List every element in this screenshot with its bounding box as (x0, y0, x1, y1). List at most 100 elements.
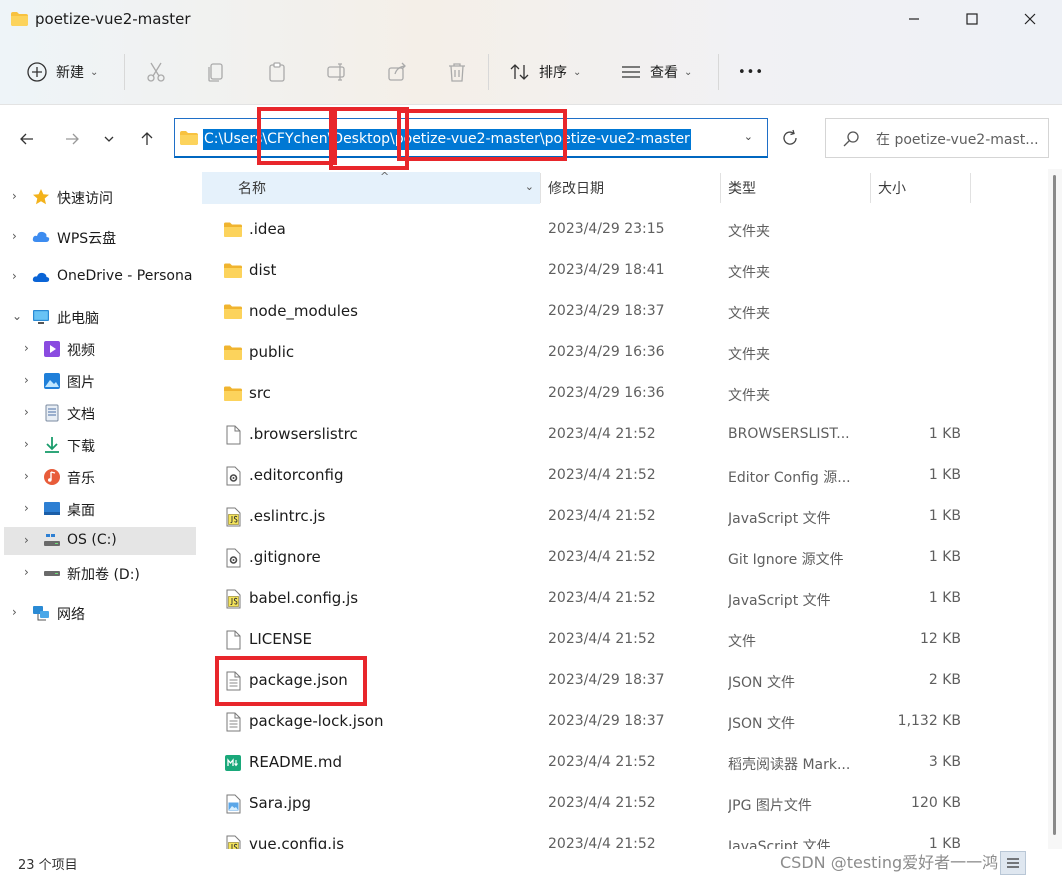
file-row-package-json[interactable]: package.json 2023/4/29 18:37 JSON 文件 2 KB (200, 660, 1048, 701)
nav-item-documents[interactable]: › 文档 (4, 399, 196, 427)
file-name: src (249, 384, 271, 402)
address-path-selected[interactable]: C:\Users\CFYchen\Desktop\poetize-vue2-ma… (203, 129, 691, 150)
file-size: 2 KB (928, 672, 961, 688)
scrollbar-thumb[interactable] (1053, 175, 1056, 835)
file-row-sara-jpg[interactable]: Sara.jpg 2023/4/4 21:52 JPG 图片文件 120 KB (200, 783, 1048, 824)
text-file-icon (223, 671, 243, 691)
nav-item-onedrive[interactable]: › OneDrive - Persona (4, 263, 196, 291)
back-button[interactable] (13, 125, 41, 153)
up-button[interactable] (133, 125, 161, 153)
nav-item-wps-cloud[interactable]: › WPS云盘 (4, 223, 196, 251)
arrow-right-icon (66, 133, 79, 145)
column-divider[interactable] (720, 173, 721, 203)
file-row-editorconfig[interactable]: .editorconfig 2023/4/4 21:52 Editor Config… (200, 455, 1048, 496)
nav-item-this-pc[interactable]: ⌄ 此电脑 (4, 303, 196, 331)
search-box[interactable]: 在 poetize-vue2-mast... (825, 118, 1049, 158)
chevron-down-icon[interactable]: ⌄ (525, 180, 534, 193)
file-date: 2023/4/29 18:37 (548, 713, 665, 729)
recent-locations-button[interactable] (97, 125, 121, 153)
chevron-right-icon[interactable]: › (24, 533, 29, 547)
nav-item-music[interactable]: › 音乐 (4, 463, 196, 491)
minimize-button[interactable] (886, 0, 942, 38)
column-header-type[interactable]: 类型 (728, 172, 868, 204)
file-row-eslintrc-js[interactable]: .eslintrc.js 2023/4/4 21:52 JavaScript 文件 1… (200, 496, 1048, 537)
column-header-name[interactable]: ^ 名称 ⌄ (202, 170, 540, 204)
rename-button[interactable] (326, 56, 348, 88)
file-row-readme-md[interactable]: README.md 2023/4/4 21:52 稻壳阅读器 Mark... 3 KB (200, 742, 1048, 783)
forward-button[interactable] (58, 125, 86, 153)
file-row-vue-config-js[interactable]: vue.config.js 2023/4/4 21:52 JavaScript 文件… (200, 824, 1048, 849)
chevron-down-icon: ⌄ (90, 66, 99, 78)
paste-button[interactable] (266, 56, 288, 88)
nav-item-drive-c[interactable]: › OS (C:) (4, 527, 196, 555)
file-row-license[interactable]: LICENSE 2023/4/4 21:52 文件 12 KB (200, 619, 1048, 660)
status-bar: 23 个项目 CSDN @testing爱好者一一鸿 (0, 849, 1062, 878)
file-row-node-modules[interactable]: node_modules 2023/4/29 18:37 文件夹 (200, 291, 1048, 332)
file-row-src[interactable]: src 2023/4/29 16:36 文件夹 (200, 373, 1048, 414)
js-file-icon (223, 507, 243, 527)
nav-item-quick-access[interactable]: › 快速访问 (4, 183, 196, 211)
column-divider[interactable] (870, 173, 871, 203)
column-divider[interactable] (540, 173, 541, 203)
nav-item-desktop[interactable]: › 桌面 (4, 495, 196, 523)
chevron-right-icon[interactable]: › (12, 229, 17, 243)
file-row-gitignore[interactable]: .gitignore 2023/4/4 21:52 Git Ignore 源文件 1 … (200, 537, 1048, 578)
column-divider[interactable] (970, 173, 971, 203)
column-header-date[interactable]: 修改日期 (548, 172, 718, 204)
new-button[interactable]: 新建 ⌄ (26, 56, 98, 88)
chevron-right-icon[interactable]: › (24, 341, 29, 355)
share-button[interactable] (386, 56, 408, 88)
plus-circle-icon (27, 62, 47, 82)
file-name: .eslintrc.js (249, 507, 326, 525)
file-name: .idea (249, 220, 286, 238)
copy-button[interactable] (205, 56, 227, 88)
file-row-babel-config-js[interactable]: babel.config.js 2023/4/4 21:52 JavaScript … (200, 578, 1048, 619)
vertical-scrollbar[interactable] (1048, 169, 1062, 849)
file-name: .browserslistrc (249, 425, 358, 443)
sort-ascending-icon: ^ (380, 170, 390, 183)
file-name: package.json (249, 671, 348, 689)
folder-icon (223, 343, 243, 363)
nav-item-videos[interactable]: › 视频 (4, 335, 196, 363)
file-row-public[interactable]: public 2023/4/29 16:36 文件夹 (200, 332, 1048, 373)
nav-label: 桌面 (67, 503, 95, 519)
refresh-button[interactable] (770, 118, 810, 158)
chevron-right-icon[interactable]: › (12, 605, 17, 619)
view-button[interactable]: 查看 ⌄ (620, 56, 692, 88)
file-row-browserslistrc[interactable]: .browserslistrc 2023/4/4 21:52 BROWSERSLIS… (200, 414, 1048, 455)
file-date: 2023/4/4 21:52 (548, 795, 656, 811)
chevron-right-icon[interactable]: › (24, 437, 29, 451)
column-header-size[interactable]: 大小 (878, 172, 968, 204)
chevron-down-icon[interactable]: ⌄ (12, 309, 22, 323)
sort-button[interactable]: 排序 ⌄ (509, 56, 581, 88)
maximize-button[interactable] (944, 0, 1000, 38)
close-button[interactable] (1002, 0, 1058, 38)
cut-button[interactable] (145, 56, 167, 88)
delete-button[interactable] (446, 56, 468, 88)
file-size: 1 KB (928, 426, 961, 442)
nav-item-network[interactable]: › 网络 (4, 599, 196, 627)
chevron-right-icon[interactable]: › (24, 469, 29, 483)
file-type: 文件夹 (728, 347, 770, 363)
file-type: 稻壳阅读器 Mark... (728, 757, 851, 773)
file-row-idea[interactable]: .idea 2023/4/29 23:15 文件夹 (200, 209, 1048, 250)
search-placeholder: 在 poetize-vue2-mast... (876, 132, 1039, 148)
chevron-right-icon[interactable]: › (12, 269, 17, 283)
toolbar-divider (718, 54, 719, 90)
file-size: 1,132 KB (897, 713, 961, 729)
details-view-button[interactable] (1000, 851, 1026, 875)
file-row-dist[interactable]: dist 2023/4/29 18:41 文件夹 (200, 250, 1048, 291)
chevron-right-icon[interactable]: › (24, 373, 29, 387)
nav-item-drive-d[interactable]: › 新加卷 (D:) (4, 559, 196, 587)
nav-item-downloads[interactable]: › 下载 (4, 431, 196, 459)
nav-item-pictures[interactable]: › 图片 (4, 367, 196, 395)
chevron-right-icon[interactable]: › (24, 565, 29, 579)
address-bar[interactable]: C:\Users\CFYchen\Desktop\poetize-vue2-ma… (174, 118, 768, 158)
more-options-button[interactable]: ••• (738, 56, 764, 88)
chevron-down-icon[interactable]: ⌄ (744, 130, 753, 143)
chevron-right-icon[interactable]: › (24, 405, 29, 419)
file-row-package-lock-json[interactable]: package-lock.json 2023/4/29 18:37 JSON 文件 1… (200, 701, 1048, 742)
chevron-right-icon[interactable]: › (12, 189, 17, 203)
chevron-right-icon[interactable]: › (24, 501, 29, 515)
file-size: 1 KB (928, 590, 961, 606)
